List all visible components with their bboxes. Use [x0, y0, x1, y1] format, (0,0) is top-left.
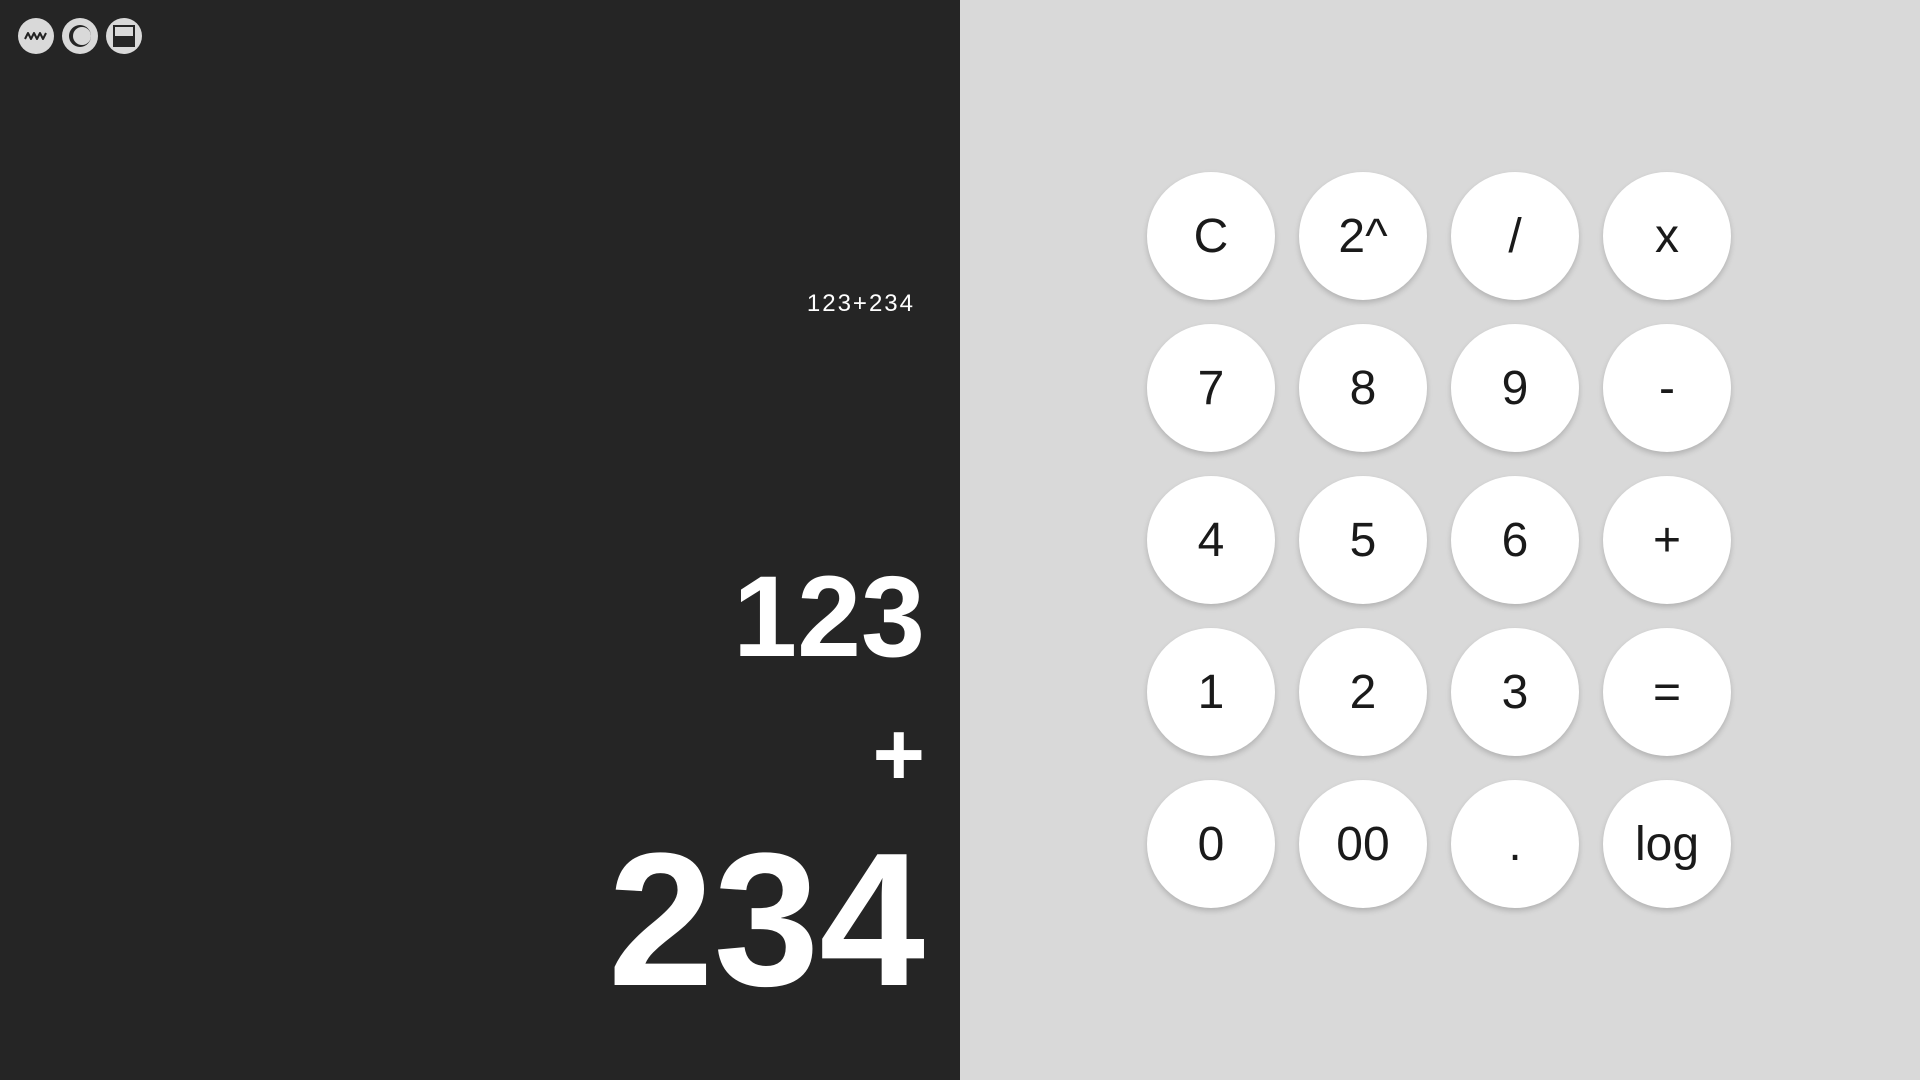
- expression-display: 123+234: [806, 290, 915, 317]
- operator-display: +: [872, 705, 925, 805]
- digit-6-button[interactable]: 6: [1451, 476, 1579, 604]
- keypad-panel: C 2^ / x 7 8 9 - 4 5 6 + 1 2 3 = 0 00 . …: [960, 0, 1920, 1080]
- digit-1-button[interactable]: 1: [1147, 628, 1275, 756]
- digit-8-button[interactable]: 8: [1299, 324, 1427, 452]
- current-value-display: 234: [607, 814, 925, 1026]
- digit-5-button[interactable]: 5: [1299, 476, 1427, 604]
- digit-2-button[interactable]: 2: [1299, 628, 1427, 756]
- wave-icon[interactable]: [18, 18, 54, 54]
- subtract-button[interactable]: -: [1603, 324, 1731, 452]
- calculator-app: 123+234 123 + 234 C 2^ / x 7 8 9 - 4 5 6…: [0, 0, 1920, 1080]
- layout-split-icon[interactable]: [106, 18, 142, 54]
- first-operand-display: 123: [733, 553, 925, 681]
- toolbar: [18, 18, 142, 54]
- keypad: C 2^ / x 7 8 9 - 4 5 6 + 1 2 3 = 0 00 . …: [1147, 172, 1731, 908]
- double-zero-button[interactable]: 00: [1299, 780, 1427, 908]
- equals-button[interactable]: =: [1603, 628, 1731, 756]
- digit-7-button[interactable]: 7: [1147, 324, 1275, 452]
- digit-4-button[interactable]: 4: [1147, 476, 1275, 604]
- digit-0-button[interactable]: 0: [1147, 780, 1275, 908]
- digit-9-button[interactable]: 9: [1451, 324, 1579, 452]
- add-button[interactable]: +: [1603, 476, 1731, 604]
- theme-toggle-icon[interactable]: [62, 18, 98, 54]
- clear-button[interactable]: C: [1147, 172, 1275, 300]
- multiply-button[interactable]: x: [1603, 172, 1731, 300]
- digit-3-button[interactable]: 3: [1451, 628, 1579, 756]
- display-panel: 123+234 123 + 234: [0, 0, 960, 1080]
- divide-button[interactable]: /: [1451, 172, 1579, 300]
- power-of-two-button[interactable]: 2^: [1299, 172, 1427, 300]
- decimal-point-button[interactable]: .: [1451, 780, 1579, 908]
- log-button[interactable]: log: [1603, 780, 1731, 908]
